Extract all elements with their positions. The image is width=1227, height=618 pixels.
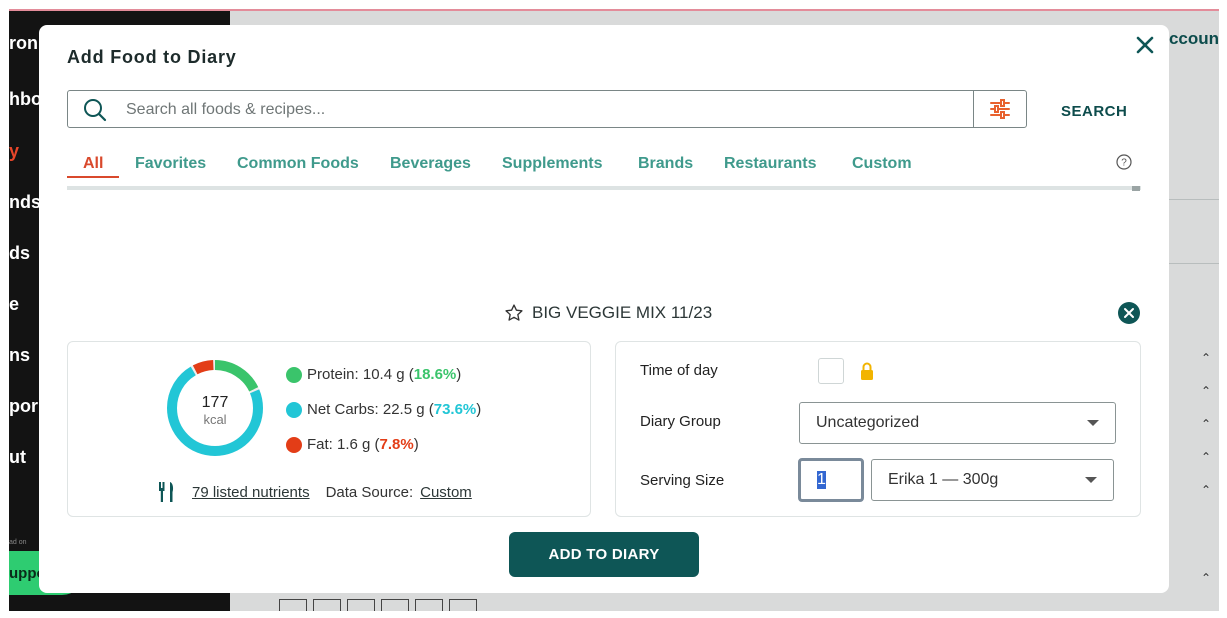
protein-pct: 18.6% bbox=[413, 366, 457, 383]
diary-group-value: Uncategorized bbox=[816, 414, 920, 431]
bg-nav-item: e bbox=[9, 294, 20, 314]
add-to-diary-button[interactable]: ADD TO DIARY bbox=[509, 532, 699, 577]
food-name: BIG VEGGIE MIX 11/23 bbox=[532, 303, 713, 322]
serving-unit-select[interactable]: Erika 1 — 300g bbox=[871, 459, 1114, 501]
time-of-day-picker[interactable] bbox=[818, 358, 844, 384]
kcal-value: 177 bbox=[201, 394, 229, 411]
bg-account-text: ccoun bbox=[1168, 29, 1219, 48]
nutrition-card: 177 kcal Protein: 10.4 g (18.6%) Net Car… bbox=[67, 341, 591, 517]
tab-restaurants[interactable]: Restaurants bbox=[724, 155, 816, 173]
star-icon[interactable] bbox=[504, 303, 524, 323]
bg-nav-item: hbo bbox=[9, 89, 42, 109]
bg-chevron-icon: ⌃ bbox=[1201, 351, 1212, 365]
kcal-unit: kcal bbox=[203, 412, 227, 427]
diary-form-card: Time of day Diary Group Uncategorized Se… bbox=[615, 341, 1141, 517]
search-icon bbox=[84, 99, 107, 122]
help-icon[interactable]: ? bbox=[1116, 154, 1132, 170]
results-scroll-track bbox=[67, 186, 1141, 190]
remove-icon[interactable] bbox=[1118, 302, 1140, 324]
fat-close: ) bbox=[413, 436, 419, 453]
filter-sliders-icon bbox=[990, 99, 1010, 119]
protein-label: Protein: 10.4 g ( bbox=[307, 366, 414, 383]
tab-active-underline bbox=[67, 176, 119, 178]
search-input[interactable] bbox=[124, 95, 968, 125]
time-of-day-label: Time of day bbox=[640, 362, 718, 379]
macro-net-carbs: Net Carbs: 22.5 g (73.6%) bbox=[286, 401, 481, 418]
net-carbs-close: ) bbox=[476, 401, 482, 418]
bg-nav-item: y bbox=[9, 141, 20, 161]
modal-title: Add Food to Diary bbox=[67, 47, 237, 67]
bg-chevron-icon: ⌃ bbox=[1201, 384, 1212, 398]
data-source-label: Data Source: bbox=[325, 483, 414, 501]
results-scroll-fill bbox=[67, 186, 1141, 190]
search-box bbox=[67, 90, 1027, 128]
tab-beverages[interactable]: Beverages bbox=[390, 155, 471, 173]
bg-nav-item: ut bbox=[9, 447, 26, 467]
diary-group-select[interactable]: Uncategorized bbox=[799, 402, 1116, 444]
bg-ad-text: ad on bbox=[9, 539, 27, 546]
filter-button[interactable] bbox=[973, 91, 1026, 127]
tab-supplements[interactable]: Supplements bbox=[502, 155, 602, 173]
bg-nav-item: por bbox=[9, 396, 38, 416]
tab-custom[interactable]: Custom bbox=[852, 155, 912, 173]
close-icon[interactable] bbox=[1133, 33, 1157, 57]
protein-close: ) bbox=[456, 366, 462, 383]
fat-label: Fat: 1.6 g ( bbox=[307, 436, 380, 453]
tab-all[interactable]: All bbox=[83, 155, 103, 173]
nutrients-link[interactable]: 79 listed nutrients bbox=[192, 484, 310, 501]
tab-brands[interactable]: Brands bbox=[638, 155, 693, 173]
serving-size-label: Serving Size bbox=[640, 472, 725, 489]
protein-dot bbox=[286, 366, 302, 383]
serving-unit-value: Erika 1 — 300g bbox=[888, 471, 999, 488]
bg-chevron-icon: ⌃ bbox=[1201, 571, 1212, 585]
tab-common-foods[interactable]: Common Foods bbox=[237, 155, 359, 173]
results-scroll-thumb[interactable] bbox=[1132, 186, 1140, 191]
bg-nav-item: ds bbox=[9, 243, 31, 263]
bg-nav-item: ns bbox=[9, 345, 31, 365]
net-carbs-dot bbox=[286, 401, 302, 418]
net-carbs-pct: 73.6% bbox=[433, 401, 477, 418]
macro-fat: Fat: 1.6 g (7.8%) bbox=[286, 436, 419, 453]
search-button[interactable]: SEARCH bbox=[1061, 103, 1127, 120]
lock-icon[interactable] bbox=[860, 361, 874, 381]
chevron-down-icon bbox=[1085, 477, 1097, 483]
bg-chevron-icon: ⌃ bbox=[1201, 417, 1212, 431]
quantity-input[interactable] bbox=[798, 458, 864, 502]
diary-group-label: Diary Group bbox=[640, 413, 721, 430]
data-source-link[interactable]: Custom bbox=[420, 484, 472, 501]
help-glyph: ? bbox=[1121, 158, 1127, 169]
bg-nav-item: ron bbox=[9, 33, 38, 53]
fat-pct: 7.8% bbox=[379, 436, 414, 453]
macro-protein: Protein: 10.4 g (18.6%) bbox=[286, 366, 461, 383]
bg-chevron-icon: ⌃ bbox=[1201, 450, 1212, 464]
bg-chevron-icon: ⌃ bbox=[1201, 483, 1212, 497]
nutrients-row: 79 listed nutrients Data Source: Custom bbox=[158, 481, 472, 503]
food-title-row: BIG VEGGIE MIX 11/23 bbox=[504, 301, 712, 325]
fork-knife-icon bbox=[159, 482, 174, 502]
chevron-down-icon bbox=[1087, 420, 1099, 426]
fat-dot bbox=[286, 436, 302, 453]
add-food-modal: Add Food to Diary SEARCH All bbox=[39, 25, 1169, 593]
net-carbs-label: Net Carbs: 22.5 g ( bbox=[307, 401, 434, 418]
bg-boxes bbox=[279, 599, 477, 611]
bg-nav-item: nds bbox=[9, 192, 42, 212]
tab-favorites[interactable]: Favorites bbox=[135, 155, 206, 173]
